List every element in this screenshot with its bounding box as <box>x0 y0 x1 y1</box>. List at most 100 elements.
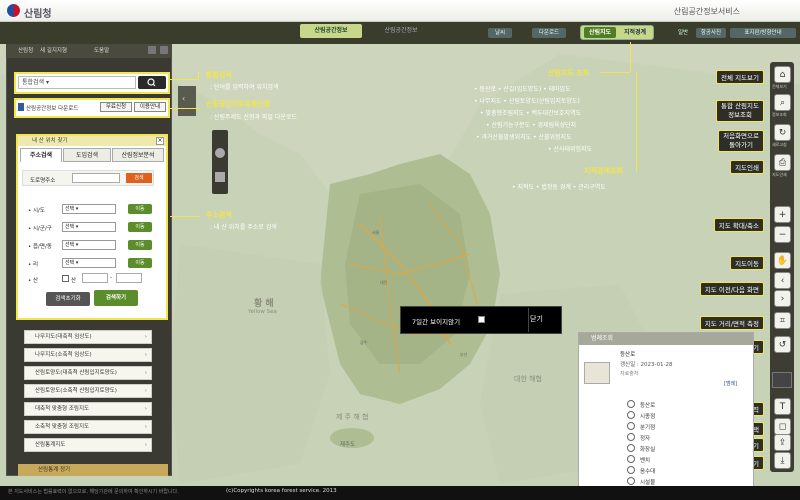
road-address-input[interactable] <box>72 173 120 183</box>
twitter-icon[interactable] <box>148 46 156 54</box>
weather-button[interactable]: 날씨 <box>488 28 512 38</box>
callout-line <box>630 42 631 72</box>
hand-icon: ✋ <box>776 256 789 266</box>
measure-button[interactable]: ⌗ <box>774 312 791 329</box>
sigungu-select[interactable]: 선택 ▾ <box>62 222 116 232</box>
basemap-aerial-button[interactable]: 항공사진 <box>696 28 726 38</box>
tab-forest-analysis[interactable]: 산림정보분석 <box>112 148 164 162</box>
legend-link[interactable]: [범례] <box>724 380 737 387</box>
sigungu-select-value: 선택 <box>65 224 75 230</box>
clear-tools-button[interactable]: ↺ <box>774 336 791 353</box>
sigungu-label-text: 시/군/구 <box>33 226 52 232</box>
list-item[interactable]: 산림통계지도 <box>24 438 152 452</box>
print-map-button[interactable]: ⎙ <box>774 154 791 171</box>
full-map-button[interactable]: ⌂ <box>774 66 791 83</box>
tab-forest-space-info-2[interactable]: 산림공간정보 <box>370 24 432 38</box>
map-label-yellow-sea: 황 해 <box>254 299 274 309</box>
svg-text:부산: 부산 <box>460 351 468 357</box>
toggle-forest-map[interactable]: 산림지도 <box>584 27 616 38</box>
svg-text:서울: 서울 <box>372 229 380 235</box>
sido-move-button[interactable]: 이동 <box>128 204 152 214</box>
callout-integrated-title: 통합검색 <box>206 71 232 79</box>
list-item[interactable]: 나무지도(대축척 임상도) <box>24 330 152 344</box>
ri-select[interactable]: 선택 ▾ <box>62 258 116 268</box>
legend-updated: 갱신일 : 2023-01-28 <box>620 362 673 368</box>
chevron-right-icon: › <box>780 294 785 304</box>
tab-address-search[interactable]: 주소검색 <box>20 148 62 162</box>
main-lot-number-input[interactable] <box>82 273 108 283</box>
list-item[interactable]: 소축척 맞춤형 조림지도 <box>24 420 152 434</box>
legend-panel <box>578 332 754 492</box>
eupmyeon-move-button[interactable]: 이동 <box>128 240 152 250</box>
zoom-in-button[interactable]: + <box>774 206 791 223</box>
gis-save-button[interactable]: ⤓ <box>774 452 791 469</box>
link-forest-service[interactable]: 산림청 <box>18 46 33 54</box>
callout-forest-map-item: • 나무지도 • 산림토양도(산림입지토양도) <box>474 98 580 105</box>
info-query-button[interactable]: ⌕ <box>774 94 791 111</box>
tab-road-search[interactable]: 도입검색 <box>63 148 111 162</box>
facebook-icon[interactable] <box>160 46 168 54</box>
pan-map-button[interactable]: ✋ <box>774 252 791 269</box>
ri-move-button[interactable]: 이동 <box>128 258 152 268</box>
toggle-cadastral[interactable]: 지적경계 <box>619 27 651 38</box>
ri-label: • 리 <box>28 262 39 268</box>
search-combo-label: 통합검색 <box>22 79 45 86</box>
close-icon[interactable]: × <box>156 137 164 145</box>
zoom-out-button[interactable]: − <box>774 226 791 243</box>
zoom-in-icon: + <box>778 210 787 220</box>
print-map-icon-label: 지도인쇄 <box>772 172 787 177</box>
hide-7days-checkbox[interactable] <box>478 316 485 323</box>
list-item[interactable]: 나무지도(소축척 임상도) <box>24 348 152 362</box>
logo-text[interactable]: 산림청 <box>24 5 52 20</box>
callout-address-desc: : 내 산 위치를 주소로 검색 <box>210 224 277 231</box>
reset-view-button[interactable]: ↻ <box>774 124 791 141</box>
svg-text:광주: 광주 <box>360 339 368 345</box>
mountain-icon[interactable] <box>215 172 225 182</box>
sido-select[interactable]: 선택 ▾ <box>62 204 116 214</box>
tab-forest-space-info[interactable]: 산림공간정보 <box>300 24 362 38</box>
sido-label: • 시/도 <box>28 208 45 214</box>
legend-item: 벤치 <box>640 458 651 464</box>
legend-icon <box>627 444 635 452</box>
legend-icon <box>627 400 635 408</box>
text-input-button[interactable]: T <box>774 398 791 415</box>
link-help[interactable]: 도움말 <box>94 46 109 54</box>
sub-lot-number-input[interactable] <box>116 273 142 283</box>
legend-title: 범례조회 <box>579 333 753 345</box>
gis-load-button[interactable]: ⇪ <box>774 434 791 451</box>
prev-view-button[interactable]: ‹ <box>774 272 791 289</box>
panel-collapse-tab[interactable] <box>178 86 196 116</box>
legend-source: 자료출처 <box>620 371 639 377</box>
reset-search-button[interactable]: 검색초기화 <box>46 292 90 306</box>
drawing-tools-toggle[interactable] <box>772 372 792 388</box>
basemap-sign-button[interactable]: 표지판/방향안내 <box>730 28 796 38</box>
next-view-button[interactable]: › <box>774 290 791 307</box>
list-item[interactable]: 산림토양도(대축척 산림입지토양도) <box>24 366 152 380</box>
shape-select-button[interactable]: ◻ <box>774 418 791 435</box>
location-pin-icon[interactable] <box>215 148 225 158</box>
execute-search-button[interactable]: 검색하기 <box>94 290 138 306</box>
forest-stats-item[interactable]: 산림통계 정기 <box>18 464 168 476</box>
eupmyeon-select[interactable]: 선택 ▾ <box>62 240 116 250</box>
refresh-icon: ↻ <box>778 128 787 138</box>
pan-map-label: 지도이동 <box>730 256 764 270</box>
popup-close-button[interactable]: 닫기 <box>530 314 543 324</box>
free-apply-button[interactable]: 무료신청 <box>100 102 132 112</box>
usage-guide-button[interactable]: 이용안내 <box>134 102 166 112</box>
mountain-checkbox[interactable] <box>62 275 69 282</box>
road-address-search-button[interactable]: 검색 <box>126 173 152 183</box>
logo-icon[interactable] <box>6 3 21 18</box>
callout-address-title: 주소검색 <box>206 211 232 219</box>
download-button[interactable]: 다운로드 <box>532 28 566 38</box>
callout-cadastral-title: 지적경계조회 <box>584 167 623 175</box>
text-icon: T <box>779 402 786 412</box>
sigungu-move-button[interactable]: 이동 <box>128 222 152 232</box>
search-combo-input[interactable]: 통합검색 ▾ <box>18 76 136 89</box>
list-item[interactable]: 산림토양도(소축척 산림입지토양도) <box>24 384 152 398</box>
lot-separator: - <box>110 274 113 281</box>
map-label-jeju-strait: 제 주 해 협 <box>336 413 369 421</box>
list-item[interactable]: 대축척 맞춤형 조림지도 <box>24 402 152 416</box>
search-button[interactable] <box>138 76 166 89</box>
basemap-normal-button[interactable]: 일반 <box>674 28 692 38</box>
link-new-terrain[interactable]: 새 길지지형 <box>40 46 67 54</box>
